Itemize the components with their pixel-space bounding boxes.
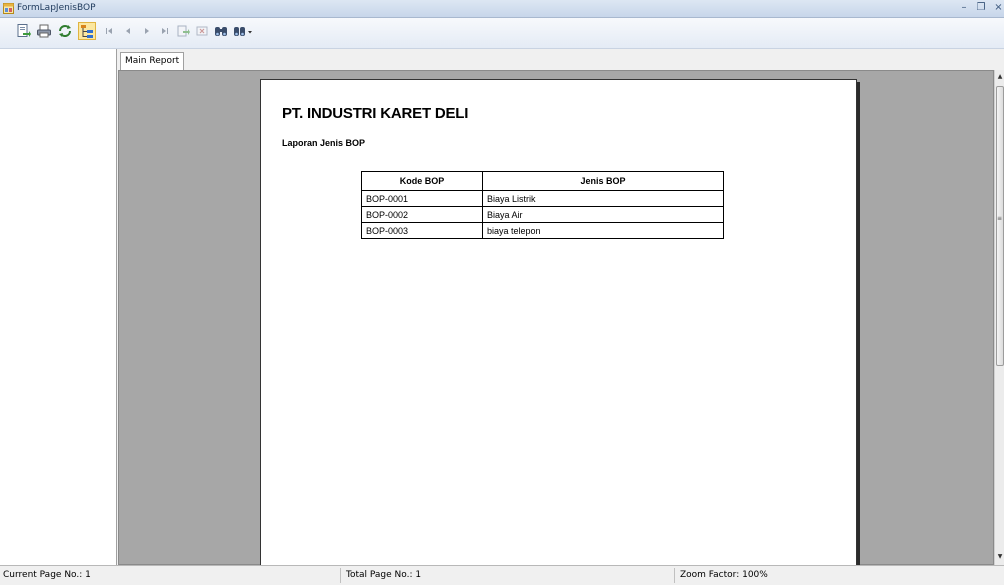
report-table: Kode BOP Jenis BOP BOP-0001 Biaya Listri… (361, 171, 724, 239)
find-icon (215, 27, 227, 36)
next-page-icon (145, 28, 149, 34)
scroll-grip-icon: ≡ (997, 215, 1003, 222)
company-title: PT. INDUSTRI KARET DELI (282, 105, 469, 122)
table-header-row: Kode BOP Jenis BOP (361, 171, 724, 191)
refresh-button[interactable] (57, 23, 73, 39)
group-tree-toggle[interactable] (78, 22, 96, 40)
print-button[interactable] (36, 23, 52, 39)
cell-kode: BOP-0003 (361, 222, 483, 239)
group-tree-icon (81, 25, 93, 38)
zoom-icon (234, 27, 252, 36)
report-viewer[interactable]: PT. INDUSTRI KARET DELI Laporan Jenis BO… (118, 70, 994, 571)
goto-page-icon (177, 25, 190, 37)
first-page-button[interactable] (101, 23, 117, 39)
report-tabs: Main Report (118, 49, 1004, 70)
cell-jenis: Biaya Listrik (482, 190, 724, 207)
status-separator (340, 568, 341, 583)
export-icon (17, 24, 31, 37)
column-header-kode: Kode BOP (361, 171, 483, 191)
minimize-icon[interactable]: – (958, 2, 970, 14)
zoom-dropdown[interactable] (232, 23, 254, 39)
title-bar: FormLapJenisBOP – ❐ × (0, 0, 1004, 18)
previous-page-button[interactable] (120, 23, 136, 39)
close-icon[interactable]: × (993, 2, 1004, 14)
status-separator (674, 568, 675, 583)
group-tree-panel[interactable] (0, 49, 117, 565)
close-view-button[interactable] (194, 23, 210, 39)
scroll-down-icon[interactable]: ▼ (996, 552, 1004, 562)
table-row: BOP-0003 biaya telepon (361, 222, 724, 239)
cell-jenis: Biaya Air (482, 206, 724, 223)
print-icon (37, 24, 51, 38)
goto-page-button[interactable] (175, 23, 191, 39)
cell-jenis: biaya telepon (482, 222, 724, 239)
previous-page-icon (126, 28, 130, 34)
find-button[interactable] (213, 23, 229, 39)
cell-kode: BOP-0001 (361, 190, 483, 207)
export-button[interactable] (15, 23, 31, 39)
column-header-jenis: Jenis BOP (482, 171, 724, 191)
report-toolbar (0, 18, 1004, 49)
table-row: BOP-0002 Biaya Air (361, 206, 724, 223)
scroll-thumb[interactable] (996, 86, 1004, 366)
status-bar: Current Page No.: 1 Total Page No.: 1 Zo… (0, 565, 1004, 585)
current-page-status: Current Page No.: 1 (3, 570, 91, 580)
last-page-button[interactable] (157, 23, 173, 39)
close-view-icon (196, 26, 208, 36)
next-page-button[interactable] (139, 23, 155, 39)
vertical-scrollbar[interactable]: ▲ ≡ ▼ (994, 70, 1004, 565)
tab-main-report[interactable]: Main Report (120, 52, 185, 70)
total-page-status: Total Page No.: 1 (346, 570, 422, 580)
first-page-icon (106, 28, 112, 34)
form-icon (3, 3, 14, 14)
zoom-factor-status: Zoom Factor: 100% (680, 570, 768, 580)
refresh-icon (59, 25, 71, 37)
window-title: FormLapJenisBOP (17, 3, 96, 13)
last-page-icon (162, 28, 168, 34)
restore-icon[interactable]: ❐ (975, 2, 987, 14)
cell-kode: BOP-0002 (361, 206, 483, 223)
report-page: PT. INDUSTRI KARET DELI Laporan Jenis BO… (260, 79, 857, 571)
table-row: BOP-0001 Biaya Listrik (361, 190, 724, 207)
scroll-up-icon[interactable]: ▲ (996, 72, 1004, 82)
report-subtitle: Laporan Jenis BOP (282, 138, 366, 148)
